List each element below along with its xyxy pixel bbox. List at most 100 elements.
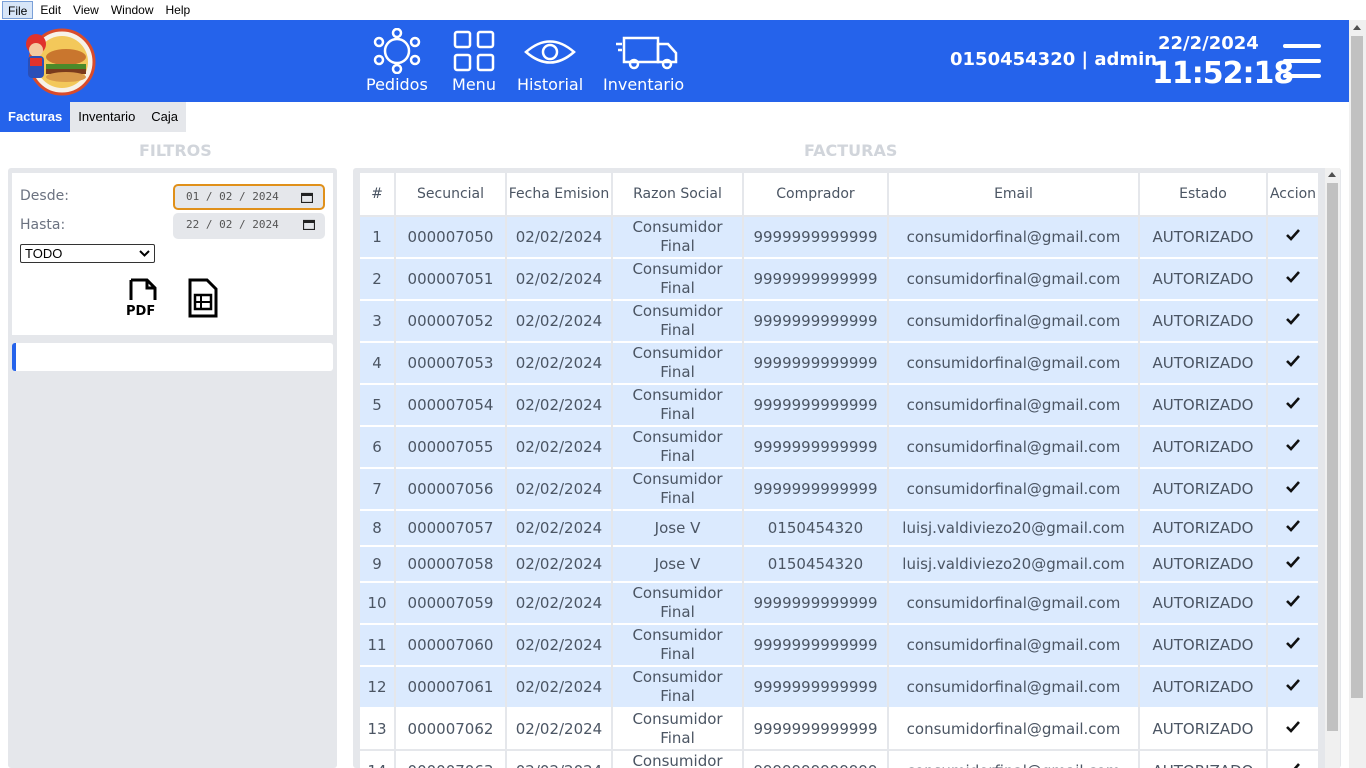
row-fecha: 02/02/2024 — [507, 469, 611, 511]
row-razon-social: Jose V — [613, 547, 742, 583]
col-header-email[interactable]: Email — [889, 173, 1138, 217]
desde-date-input[interactable]: 01 / 02 / 2024 — [173, 184, 325, 210]
truck-icon — [615, 36, 677, 70]
page-scrollbar-thumb[interactable] — [1351, 36, 1363, 698]
nav-pedidos[interactable]: Pedidos — [366, 28, 428, 98]
menu-help[interactable]: Help — [161, 1, 196, 19]
col-header-comprador[interactable]: Comprador — [744, 173, 887, 217]
menu-view[interactable]: View — [68, 1, 104, 19]
checkmark-icon[interactable] — [1285, 312, 1301, 326]
table-row[interactable]: 13 000007062 02/02/2024 Consumidor Final 999… — [360, 709, 1318, 751]
hasta-date-value: 22 / 02 / 2024 — [186, 218, 279, 231]
row-estado: AUTORIZADO — [1140, 625, 1266, 667]
chevron-down-icon — [139, 250, 150, 257]
table-row[interactable]: 2 000007051 02/02/2024 Consumidor Final 9999… — [360, 259, 1318, 301]
nav-pedidos-label: Pedidos — [366, 75, 428, 94]
col-header-estado[interactable]: Estado — [1140, 173, 1266, 217]
calendar-icon[interactable] — [301, 192, 313, 203]
row-razon-social: Consumidor Final — [613, 259, 742, 301]
table-row[interactable]: 9 000007058 02/02/2024 Jose V 0150454320 luis… — [360, 547, 1318, 583]
checkmark-icon[interactable] — [1285, 270, 1301, 284]
table-row[interactable]: 12 000007061 02/02/2024 Consumidor Final 999… — [360, 667, 1318, 709]
checkmark-icon[interactable] — [1285, 519, 1301, 533]
nav-historial[interactable]: Historial — [517, 28, 583, 98]
col-header-secuencial[interactable]: Secuncial — [396, 173, 505, 217]
checkmark-icon[interactable] — [1285, 636, 1301, 650]
calendar-icon[interactable] — [303, 219, 315, 230]
hasta-date-input[interactable]: 22 / 02 / 2024 — [173, 213, 325, 239]
table-row[interactable]: 7 000007056 02/02/2024 Consumidor Final 9999… — [360, 469, 1318, 511]
row-fecha: 02/02/2024 — [507, 259, 611, 301]
row-secuencial: 000007058 — [396, 547, 505, 583]
row-secuencial: 000007054 — [396, 385, 505, 427]
nav-menu[interactable]: Menu — [451, 28, 497, 98]
table-row[interactable]: 11 000007060 02/02/2024 Consumidor Final 999… — [360, 625, 1318, 667]
col-header-accion[interactable]: Accion — [1268, 173, 1318, 217]
tab-caja[interactable]: Caja — [143, 102, 187, 132]
row-secuencial: 000007059 — [396, 583, 505, 625]
checkmark-icon[interactable] — [1285, 438, 1301, 452]
row-action — [1268, 583, 1318, 625]
row-number: 13 — [360, 709, 394, 751]
row-secuencial: 000007053 — [396, 343, 505, 385]
checkmark-icon[interactable] — [1285, 354, 1301, 368]
col-header-razon-social[interactable]: Razon Social — [613, 173, 742, 217]
row-estado: AUTORIZADO — [1140, 469, 1266, 511]
checkmark-icon[interactable] — [1285, 555, 1301, 569]
checkmark-icon[interactable] — [1285, 678, 1301, 692]
row-number: 7 — [360, 469, 394, 511]
table-row[interactable]: 6 000007055 02/02/2024 Consumidor Final 9999… — [360, 427, 1318, 469]
restaurant-logo[interactable] — [22, 26, 98, 96]
table-row[interactable]: 5 000007054 02/02/2024 Consumidor Final 9999… — [360, 385, 1318, 427]
row-fecha: 02/02/2024 — [507, 301, 611, 343]
row-secuencial: 000007057 — [396, 511, 505, 547]
col-header-number[interactable]: # — [360, 173, 394, 217]
facturas-title: FACTURAS — [804, 141, 898, 160]
grid-icon — [453, 30, 495, 72]
estado-select-value: TODO — [25, 246, 63, 261]
table-row[interactable]: 4 000007053 02/02/2024 Consumidor Final 9999… — [360, 343, 1318, 385]
hamburger-menu-icon[interactable] — [1283, 44, 1321, 78]
table-scrollbar-thumb[interactable] — [1327, 183, 1338, 731]
nav-historial-label: Historial — [517, 75, 584, 94]
table-row[interactable]: 8 000007057 02/02/2024 Jose V 0150454320 luis… — [360, 511, 1318, 547]
app-header: Pedidos Menu Historial Inventario 015045… — [0, 20, 1349, 102]
estado-select[interactable]: TODO — [20, 244, 155, 263]
table-row[interactable]: 3 000007052 02/02/2024 Consumidor Final 9999… — [360, 301, 1318, 343]
row-estado: AUTORIZADO — [1140, 427, 1266, 469]
pdf-icon[interactable]: PDF — [125, 278, 161, 318]
row-razon-social: Consumidor Final — [613, 709, 742, 751]
desde-date-value: 01 / 02 / 2024 — [186, 190, 279, 203]
row-estado: AUTORIZADO — [1140, 343, 1266, 385]
row-action — [1268, 751, 1318, 768]
tab-inventario[interactable]: Inventario — [70, 102, 144, 132]
row-action — [1268, 427, 1318, 469]
nav-inventario[interactable]: Inventario — [603, 28, 684, 98]
hasta-label: Hasta: — [20, 217, 66, 233]
table-row[interactable]: 1400000706302/02/2024Consumidor Final999… — [360, 751, 1318, 768]
checkmark-icon[interactable] — [1285, 480, 1301, 494]
spreadsheet-icon[interactable] — [185, 278, 221, 318]
tab-facturas[interactable]: Facturas — [0, 102, 71, 132]
table-row[interactable]: 1 000007050 02/02/2024 Consumidor Final 9999… — [360, 217, 1318, 259]
header-date: 22/2/2024 — [1158, 33, 1259, 54]
table-scrollbar[interactable] — [1325, 168, 1340, 768]
row-action — [1268, 343, 1318, 385]
menu-edit[interactable]: Edit — [35, 1, 66, 19]
menu-file[interactable]: File — [2, 1, 34, 19]
menu-window[interactable]: Window — [106, 1, 159, 19]
table-row[interactable]: 10 000007059 02/02/2024 Consumidor Final 999… — [360, 583, 1318, 625]
row-fecha: 02/02/2024 — [507, 709, 611, 751]
row-number: 9 — [360, 547, 394, 583]
row-number: 8 — [360, 511, 394, 547]
checkmark-icon[interactable] — [1285, 720, 1301, 734]
checkmark-icon[interactable] — [1285, 762, 1301, 768]
col-header-fecha[interactable]: Fecha Emision — [507, 173, 611, 217]
row-secuencial: 000007062 — [396, 709, 505, 751]
checkmark-icon[interactable] — [1285, 228, 1301, 242]
checkmark-icon[interactable] — [1285, 396, 1301, 410]
row-fecha: 02/02/2024 — [507, 217, 611, 259]
row-email: consumidorfinal@gmail.com — [889, 469, 1138, 511]
page-scrollbar[interactable] — [1349, 20, 1366, 768]
checkmark-icon[interactable] — [1285, 594, 1301, 608]
